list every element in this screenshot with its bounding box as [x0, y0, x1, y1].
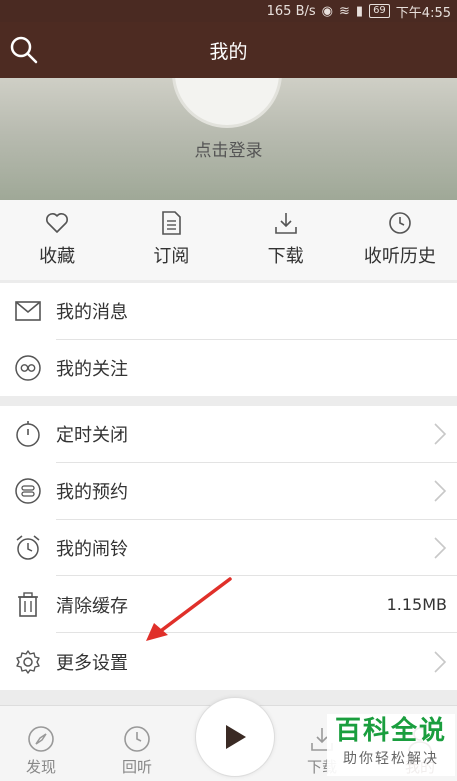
watermark-title: 百科全说 — [334, 716, 447, 746]
compass-icon — [28, 726, 54, 752]
mail-icon — [13, 296, 43, 326]
menu-label: 我的关注 — [56, 358, 128, 380]
chevron-right-icon — [434, 537, 447, 559]
tab-discover[interactable]: 发现 — [11, 724, 71, 777]
menu-item-sleep-timer[interactable]: 定时关闭 — [0, 406, 457, 463]
profile-banner: 点击登录 — [0, 78, 457, 200]
battery-icon: 69 — [369, 4, 390, 18]
chevron-right-icon — [434, 480, 447, 502]
clock-icon — [124, 726, 150, 752]
document-icon — [162, 211, 182, 235]
title-bar: 我的 — [0, 22, 457, 78]
clock-time: 下午4:55 — [395, 5, 451, 21]
eye-icon: ◉ — [321, 3, 333, 19]
menu-label: 我的消息 — [56, 302, 128, 324]
play-button[interactable] — [195, 697, 275, 777]
clock-icon — [389, 212, 411, 234]
cache-size: 1.15MB — [386, 595, 447, 615]
annotation-arrow — [146, 577, 232, 641]
menu-label: 定时关闭 — [56, 425, 128, 447]
tab-label: 发现 — [25, 758, 56, 776]
watermark: 百科全说 助你轻松解决 — [327, 714, 455, 776]
downloads-label: 下载 — [267, 246, 304, 267]
menu-item-reservations[interactable]: 我的预约 — [0, 463, 457, 520]
chevron-right-icon — [434, 423, 447, 445]
menu-label: 我的闹铃 — [56, 538, 128, 560]
history-button[interactable]: 收听历史 — [343, 200, 457, 280]
menu-group-settings: 定时关闭 我的预约 我的闹铃 清除缓存 1.15MB 更多设置 — [0, 406, 457, 690]
wifi-icon: ≋ — [339, 3, 350, 19]
menu-item-alarm[interactable]: 我的闹铃 — [0, 520, 457, 577]
downloads-button[interactable]: 下载 — [229, 200, 343, 280]
status-bar: 165 B/s ◉ ≋ ▮ 69 下午4:55 — [0, 0, 457, 22]
menu-item-messages[interactable]: 我的消息 — [0, 283, 457, 340]
play-icon — [226, 725, 246, 749]
watermark-subtitle: 助你轻松解决 — [343, 751, 439, 767]
menu-item-follows[interactable]: 我的关注 — [0, 340, 457, 397]
network-speed: 165 B/s — [266, 3, 316, 19]
alarm-icon — [13, 533, 43, 563]
subscriptions-label: 订阅 — [153, 246, 190, 267]
infinity-icon — [13, 353, 43, 383]
heart-icon — [46, 213, 69, 233]
search-button[interactable] — [8, 34, 40, 66]
signal-icon: ▮ — [355, 3, 364, 19]
tab-replay[interactable]: 回听 — [107, 724, 167, 777]
reservation-icon — [13, 476, 43, 506]
menu-label: 我的预约 — [56, 482, 128, 504]
avatar[interactable] — [172, 78, 282, 128]
menu-label: 清除缓存 — [56, 595, 128, 617]
chevron-right-icon — [434, 651, 447, 673]
favorites-button[interactable]: 收藏 — [0, 200, 114, 280]
history-label: 收听历史 — [363, 246, 436, 267]
menu-group-messages: 我的消息 我的关注 — [0, 283, 457, 396]
subscriptions-button[interactable]: 订阅 — [114, 200, 228, 280]
page-title: 我的 — [209, 40, 248, 63]
download-icon — [274, 213, 297, 234]
trash-icon — [13, 590, 43, 620]
quick-actions: 收藏 订阅 下载 收听历史 — [0, 200, 457, 280]
timer-icon — [13, 419, 43, 449]
menu-label: 更多设置 — [56, 652, 128, 674]
search-icon — [10, 36, 38, 64]
gear-icon — [13, 647, 43, 677]
favorites-label: 收藏 — [39, 246, 76, 267]
login-link[interactable]: 点击登录 — [0, 136, 457, 161]
tab-label: 回听 — [121, 758, 152, 776]
